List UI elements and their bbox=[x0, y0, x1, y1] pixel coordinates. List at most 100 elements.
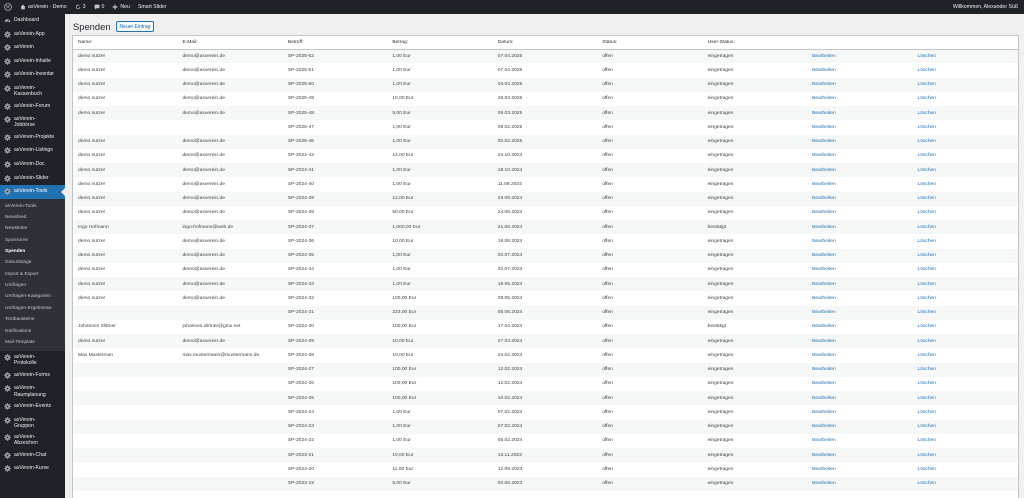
edit-link[interactable]: Bearbeiten bbox=[807, 77, 913, 92]
delete-link[interactable]: Löschen bbox=[912, 305, 1018, 320]
updates-link[interactable]: 3 bbox=[71, 0, 90, 14]
sidebar-item-asverein-inhalte[interactable]: asVerein-Inhalte bbox=[0, 55, 65, 69]
edit-link[interactable]: Bearbeiten bbox=[807, 391, 913, 406]
sidebar-item-asverein-listings[interactable]: asVerein-Listings bbox=[0, 144, 65, 158]
submenu-item-newsletter[interactable]: Newsletter bbox=[0, 223, 65, 234]
edit-link[interactable]: Bearbeiten bbox=[807, 334, 913, 349]
account-menu[interactable]: Willkommen, Alexander Süß bbox=[949, 0, 1024, 14]
edit-link[interactable]: Bearbeiten bbox=[807, 177, 912, 191]
edit-link[interactable]: Bearbeiten bbox=[807, 405, 912, 419]
submenu-item-notifications[interactable]: Notifications bbox=[0, 326, 65, 337]
new-content-link[interactable]: Neu bbox=[108, 0, 134, 14]
delete-link[interactable]: Löschen bbox=[913, 405, 1019, 419]
submenu-item-umfragen[interactable]: Umfragen bbox=[0, 280, 65, 291]
edit-link[interactable]: Bearbeiten bbox=[807, 291, 912, 305]
edit-link[interactable]: Bearbeiten bbox=[807, 434, 912, 448]
submenu-item-textbausteine[interactable]: Textbausteine bbox=[0, 314, 65, 325]
submenu-item-import-export[interactable]: Import & Export bbox=[0, 269, 65, 280]
delete-link[interactable]: Löschen bbox=[912, 49, 1018, 64]
site-name-link[interactable]: asVerein - Demo bbox=[16, 0, 71, 14]
sidebar-item-asverein-chat[interactable]: asVerein-Chat bbox=[0, 449, 65, 463]
sidebar-item-asverein-jobbörse[interactable]: asVerein- Jobbörse bbox=[0, 113, 65, 131]
edit-link[interactable]: Bearbeiten bbox=[807, 476, 913, 491]
sidebar-item-asverein-raumplanung[interactable]: asVerein- Raumplanung bbox=[0, 382, 65, 400]
delete-link[interactable]: Löschen bbox=[912, 362, 1018, 377]
delete-link[interactable]: Löschen bbox=[912, 391, 1018, 406]
delete-link[interactable]: Löschen bbox=[913, 263, 1019, 277]
comments-link[interactable]: 0 bbox=[90, 0, 109, 14]
submenu-item-geburtstage[interactable]: Geburtstage bbox=[0, 257, 65, 268]
delete-link[interactable]: Löschen bbox=[912, 248, 1018, 263]
sidebar-item-asverein-slider[interactable]: asVerein-Slider bbox=[0, 172, 65, 186]
wordpress-logo-icon[interactable]: W bbox=[0, 0, 16, 14]
edit-link[interactable]: Bearbeiten bbox=[807, 120, 912, 134]
add-new-button[interactable]: Neuer Eintrag bbox=[115, 21, 155, 32]
submenu-item-umfragen-ergebnisse[interactable]: Umfragen-Ergebnisse bbox=[0, 303, 65, 314]
delete-link[interactable]: Löschen bbox=[913, 177, 1019, 191]
edit-link[interactable]: Bearbeiten bbox=[807, 377, 912, 391]
delete-link[interactable]: Löschen bbox=[913, 348, 1019, 362]
edit-link[interactable]: Bearbeiten bbox=[807, 234, 912, 248]
delete-link[interactable]: Löschen bbox=[913, 320, 1019, 334]
smart-slider-link[interactable]: Smart Slider bbox=[134, 0, 171, 14]
delete-link[interactable]: Löschen bbox=[913, 462, 1019, 476]
delete-link[interactable]: Löschen bbox=[912, 163, 1018, 178]
edit-link[interactable]: Bearbeiten bbox=[807, 320, 912, 334]
edit-link[interactable]: Bearbeiten bbox=[807, 305, 913, 320]
edit-link[interactable]: Bearbeiten bbox=[807, 149, 912, 163]
delete-link[interactable]: Löschen bbox=[913, 206, 1019, 220]
sidebar-item-asverein-forum[interactable]: asVerein-Forum bbox=[0, 100, 65, 114]
delete-link[interactable]: Löschen bbox=[912, 476, 1018, 491]
sidebar-item-asverein-events[interactable]: asVerein-Events bbox=[0, 400, 65, 414]
delete-link[interactable]: Löschen bbox=[913, 63, 1019, 77]
delete-link[interactable]: Löschen bbox=[912, 334, 1018, 349]
delete-link[interactable]: Löschen bbox=[913, 149, 1019, 163]
sidebar-item-asverein-inventar[interactable]: asVerein-Inventar bbox=[0, 68, 65, 82]
edit-link[interactable]: Bearbeiten bbox=[807, 419, 913, 434]
delete-link[interactable]: Löschen bbox=[913, 434, 1019, 448]
sidebar-item-asverein-kassenbuch[interactable]: asVerein- Kassenbuch bbox=[0, 82, 65, 100]
submenu-item-asverein-tools[interactable]: asVerein-Tools bbox=[0, 201, 65, 212]
edit-link[interactable]: Bearbeiten bbox=[807, 49, 913, 64]
edit-link[interactable]: Bearbeiten bbox=[807, 63, 912, 77]
sidebar-item-asverein-protokolle[interactable]: asVerein- Protokolle bbox=[0, 351, 65, 369]
edit-link[interactable]: Bearbeiten bbox=[807, 362, 913, 377]
delete-link[interactable]: Löschen bbox=[912, 191, 1018, 206]
edit-link[interactable]: Bearbeiten bbox=[807, 134, 913, 149]
delete-link[interactable]: Löschen bbox=[912, 419, 1018, 434]
delete-link[interactable]: Löschen bbox=[912, 220, 1018, 235]
delete-link[interactable]: Löschen bbox=[912, 134, 1018, 149]
edit-link[interactable]: Bearbeiten bbox=[807, 448, 913, 463]
edit-link[interactable]: Bearbeiten bbox=[807, 191, 913, 206]
delete-link[interactable]: Löschen bbox=[912, 106, 1018, 121]
sidebar-item-asverein-tools[interactable]: asVerein-Tools bbox=[0, 185, 65, 199]
submenu-item-spenden[interactable]: Spenden bbox=[0, 246, 65, 257]
sidebar-item-asverein-app[interactable]: asVerein-App bbox=[0, 28, 65, 42]
delete-link[interactable]: Löschen bbox=[913, 291, 1019, 305]
submenu-item-sponsoren[interactable]: Sponsoren bbox=[0, 235, 65, 246]
delete-link[interactable]: Löschen bbox=[913, 377, 1019, 391]
sidebar-item-asverein-forms[interactable]: asVerein-Forms bbox=[0, 369, 65, 383]
delete-link[interactable]: Löschen bbox=[913, 234, 1019, 248]
sidebar-item-asverein-projekte[interactable]: asVerein-Projekte bbox=[0, 131, 65, 145]
delete-link[interactable]: Löschen bbox=[913, 92, 1019, 106]
edit-link[interactable]: Bearbeiten bbox=[807, 220, 913, 235]
edit-link[interactable]: Bearbeiten bbox=[807, 106, 913, 121]
delete-link[interactable]: Löschen bbox=[912, 77, 1018, 92]
edit-link[interactable]: Bearbeiten bbox=[807, 348, 912, 362]
submenu-item-newsfeed[interactable]: Newsfeed bbox=[0, 212, 65, 223]
submenu-item-mail-template[interactable]: Mail-Template bbox=[0, 337, 65, 348]
edit-link[interactable]: Bearbeiten bbox=[807, 92, 912, 106]
sidebar-item-asverein-doc[interactable]: asVerein-Doc bbox=[0, 158, 65, 172]
sidebar-item-dashboard[interactable]: Dashboard bbox=[0, 14, 65, 28]
edit-link[interactable]: Bearbeiten bbox=[807, 206, 912, 220]
sidebar-item-asverein-abzeichen[interactable]: asVerein- Abzeichen bbox=[0, 431, 65, 449]
edit-link[interactable]: Bearbeiten bbox=[807, 277, 913, 292]
edit-link[interactable]: Bearbeiten bbox=[807, 462, 912, 476]
edit-link[interactable]: Bearbeiten bbox=[807, 248, 913, 263]
edit-link[interactable]: Bearbeiten bbox=[807, 263, 912, 277]
delete-link[interactable]: Löschen bbox=[912, 448, 1018, 463]
sidebar-item-asverein-kurse[interactable]: asVerein-Kurse bbox=[0, 462, 65, 476]
delete-link[interactable]: Löschen bbox=[912, 277, 1018, 292]
sidebar-item-asverein-gruppen[interactable]: asVerein- Gruppen bbox=[0, 414, 65, 432]
